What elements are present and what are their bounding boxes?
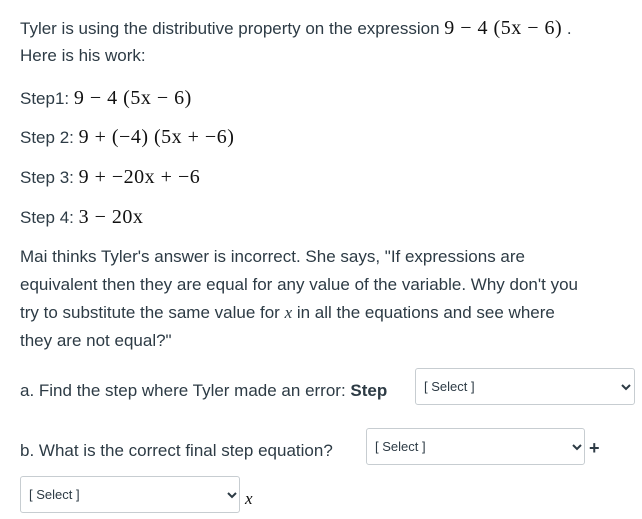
question-a-step-label: Step — [350, 381, 388, 400]
step-4: Step 4: 3 − 20x — [20, 203, 143, 232]
question-a-text: a. Find the step where Tyler made an err… — [20, 381, 351, 400]
variable-x: x — [245, 489, 253, 508]
error-step-select[interactable]: [ Select ] — [415, 368, 635, 405]
intro-period: . — [562, 19, 572, 38]
intro-expression: 9 − 4 (5x − 6) — [444, 17, 563, 39]
step-expression: 9 + (−4) (5x + −6) — [78, 126, 235, 148]
step-expression: 3 − 20x — [78, 206, 144, 228]
step-3: Step 3: 9 + −20x + −6 — [20, 163, 200, 192]
variable-x: x — [284, 303, 293, 322]
step-label: Step1: — [20, 89, 74, 108]
mai-line-4: they are not equal?" — [20, 331, 172, 350]
question-b: b. What is the correct final step equati… — [20, 441, 333, 460]
question-a: a. Find the step where Tyler made an err… — [20, 377, 387, 405]
intro-line-2: Here is his work: — [20, 46, 146, 65]
coefficient-select[interactable]: [ Select ] — [20, 476, 240, 513]
step-label: Step 3: — [20, 168, 79, 187]
step-1: Step1: 9 − 4 (5x − 6) — [20, 84, 192, 113]
step-2: Step 2: 9 + (−4) (5x + −6) — [20, 123, 234, 152]
intro-line: Tyler is using the distributive property… — [20, 14, 572, 43]
intro-text: Tyler is using the distributive property… — [20, 19, 445, 38]
mai-line-1: Mai thinks Tyler's answer is incorrect. … — [20, 247, 525, 266]
constant-select[interactable]: [ Select ] — [366, 428, 585, 465]
mai-line-3: try to substitute the same value for x i… — [20, 299, 555, 327]
mai-text: try to substitute the same value for — [20, 303, 285, 322]
step-expression: 9 + −20x + −6 — [78, 166, 201, 188]
plus-sign: + — [589, 438, 600, 458]
mai-text: in all the equations and see where — [292, 303, 555, 322]
mai-line-2: equivalent then they are equal for any v… — [20, 275, 578, 294]
step-expression: 9 − 4 (5x − 6) — [73, 87, 192, 109]
step-label: Step 4: — [20, 208, 79, 227]
step-label: Step 2: — [20, 128, 79, 147]
